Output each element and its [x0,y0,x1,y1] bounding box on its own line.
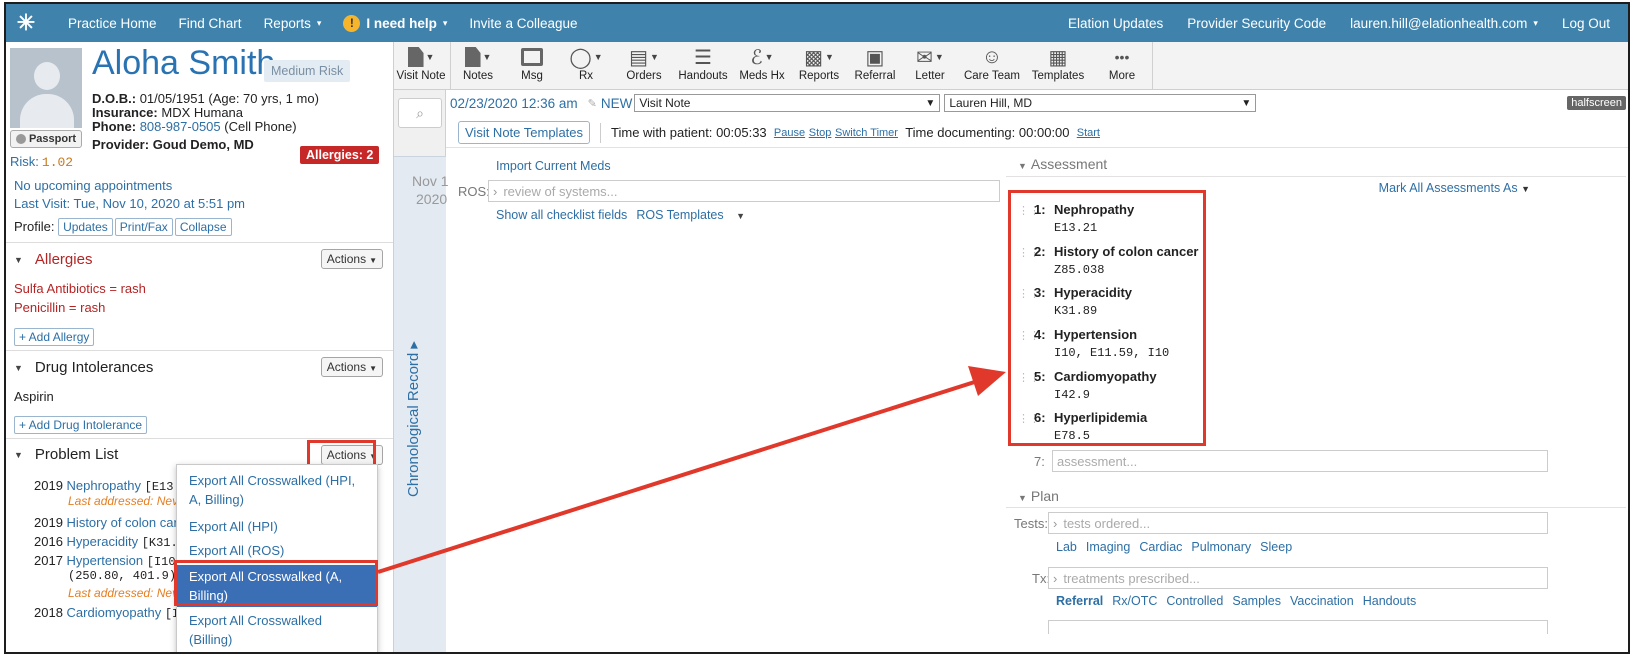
annotation-arrow-line [377,377,985,574]
app-window: ✳ Practice Home Find Chart Reports ▾ ! I n… [4,2,1630,654]
annotation-arrow-head [968,366,1006,396]
annotation-arrow [377,366,1006,574]
